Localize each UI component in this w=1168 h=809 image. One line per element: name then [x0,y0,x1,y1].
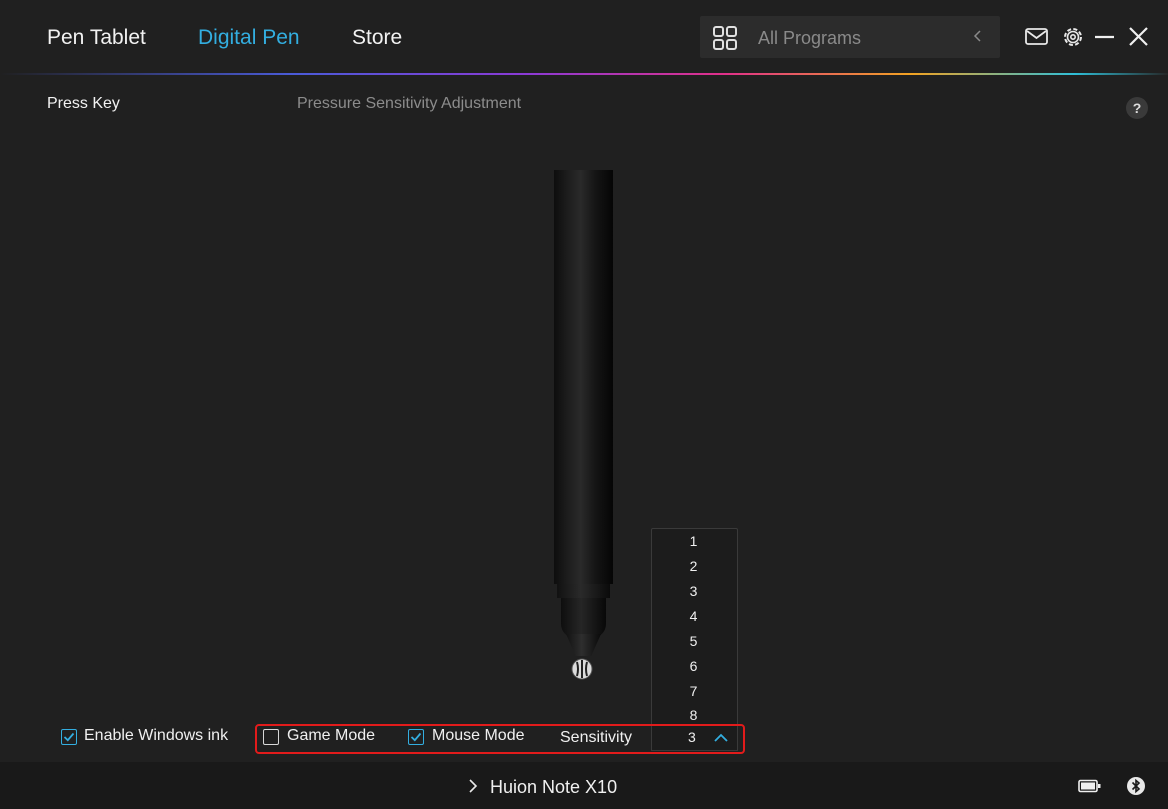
mail-icon[interactable] [1024,24,1050,50]
checkmark-icon [63,732,75,742]
chevron-left-icon[interactable] [972,27,982,45]
device-footer: Huion Note X10 [0,762,1168,809]
tab-pen-tablet[interactable]: Pen Tablet [47,26,146,50]
program-selector[interactable]: All Programs [700,16,1000,58]
mouse-mode-checkbox[interactable] [408,729,424,745]
pen-barrel [554,170,613,584]
sensitivity-option[interactable]: 2 [652,554,737,579]
subtab-pressure-sensitivity[interactable]: Pressure Sensitivity Adjustment [297,95,521,113]
tab-store[interactable]: Store [352,26,402,50]
settings-icon[interactable] [1060,24,1086,50]
header-divider [0,73,1168,75]
minimize-icon[interactable] [1092,24,1118,50]
sensitivity-option[interactable]: 6 [652,654,737,679]
sensitivity-dropdown-list: 1 2 3 4 5 6 7 8 [651,528,738,727]
windows-ink-checkbox[interactable] [61,729,77,745]
checkmark-icon [410,732,422,742]
sensitivity-option[interactable]: 4 [652,604,737,629]
device-name[interactable]: Huion Note X10 [490,777,617,798]
battery-icon [1078,779,1101,793]
mouse-mode-label: Mouse Mode [432,727,525,744]
game-mode-label: Game Mode [287,727,376,744]
pen-nib-icon [571,658,593,680]
help-button[interactable]: ? [1126,97,1148,119]
grid-icon [713,26,737,50]
tab-digital-pen[interactable]: Digital Pen [198,26,300,50]
chevron-up-icon [714,733,728,742]
sensitivity-selected-value: 3 [688,729,696,745]
sensitivity-option[interactable]: 1 [652,529,737,554]
sensitivity-option[interactable]: 3 [652,579,737,604]
windows-ink-label: Enable Windows ink [84,727,229,744]
sensitivity-option[interactable]: 5 [652,629,737,654]
chevron-right-icon[interactable] [466,777,480,795]
bluetooth-icon [1127,777,1145,795]
sensitivity-select[interactable]: 3 [651,726,738,751]
program-selector-label: All Programs [758,28,862,48]
subtab-press-key[interactable]: Press Key [47,95,120,113]
pen-grip [561,598,606,638]
pen-collar [557,584,610,598]
close-icon[interactable] [1126,24,1152,50]
game-mode-checkbox[interactable] [263,729,279,745]
pen-cone [566,634,601,656]
sensitivity-option[interactable]: 7 [652,679,737,704]
sensitivity-label: Sensitivity [560,729,633,746]
